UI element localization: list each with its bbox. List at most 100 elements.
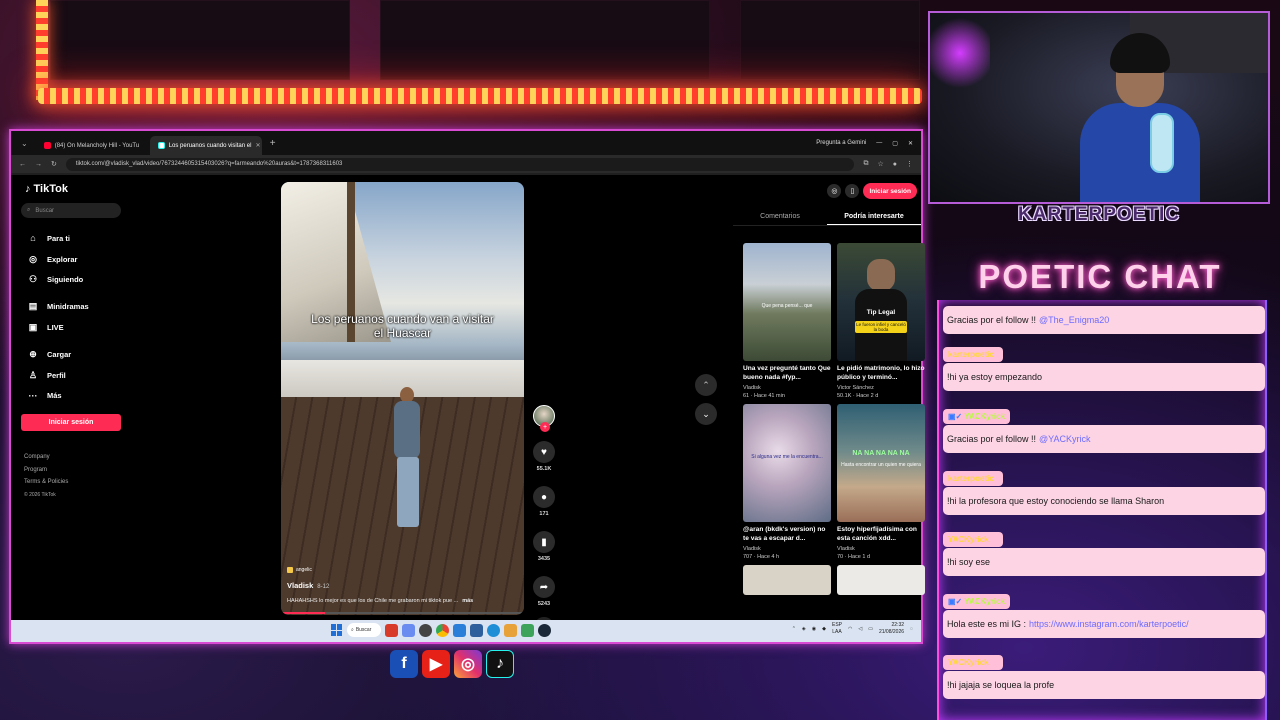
- nav-mas[interactable]: ··· Más: [21, 386, 121, 407]
- recommendation-card[interactable]: [743, 565, 831, 595]
- nav-explorar[interactable]: ◎ Explorar: [21, 249, 121, 270]
- follow-plus-icon[interactable]: +: [540, 422, 550, 432]
- share-arrow-icon: ➦: [539, 581, 549, 593]
- tab-comentarios[interactable]: Comentarios: [733, 208, 827, 225]
- chrome-icon[interactable]: [436, 623, 449, 637]
- taskbar-search[interactable]: ⌕ Buscar: [347, 623, 381, 637]
- copyright: © 2026 TikTok: [24, 491, 56, 498]
- notification-bell-icon[interactable]: ◌: [910, 626, 913, 632]
- tray-app-icon[interactable]: ◈: [802, 626, 806, 632]
- chat-text: !hi la profesora que estoy conociendo se…: [947, 496, 1165, 506]
- creator-avatar[interactable]: +: [533, 405, 555, 432]
- new-tab-button[interactable]: +: [264, 138, 282, 149]
- recommendation-card[interactable]: NA NA NA NA NA Hasta encontrar un quien …: [837, 404, 925, 560]
- share-button[interactable]: ➦: [533, 576, 555, 598]
- chat-mention: @The_Enigma20: [1039, 315, 1110, 325]
- tray-app-icon[interactable]: ◉: [812, 626, 816, 632]
- taskbar-app-icon[interactable]: [453, 623, 466, 637]
- previous-video-button[interactable]: ⌃: [695, 374, 717, 396]
- gemini-button[interactable]: Pregunta a Gemini: [816, 140, 866, 146]
- logo-text: TikTok: [33, 183, 68, 195]
- tiktok-logo[interactable]: ♪ TikTok: [25, 183, 121, 195]
- video-author[interactable]: Vladisk 8-12: [287, 581, 329, 590]
- close-tab-icon[interactable]: ✕: [255, 142, 260, 149]
- steam-icon[interactable]: [538, 623, 551, 637]
- login-button[interactable]: Iniciar sesión: [21, 414, 121, 432]
- browser-tab-tiktok[interactable]: Los peruanos cuando visitan el ✕: [149, 136, 262, 155]
- footer-link-program[interactable]: Program: [24, 464, 121, 477]
- login-button-top[interactable]: Iniciar sesión: [863, 183, 917, 199]
- edge-icon[interactable]: [487, 623, 500, 637]
- author-name: Vladisk: [287, 581, 314, 590]
- back-icon[interactable]: ←: [19, 161, 26, 168]
- chevron-up-icon[interactable]: ⌃: [792, 626, 796, 632]
- profile-icon[interactable]: ●: [893, 161, 897, 168]
- battery-icon[interactable]: ▭: [868, 626, 873, 632]
- search-placeholder: Buscar: [35, 207, 55, 214]
- nav-minidramas[interactable]: ▤ Minidramas: [21, 296, 121, 317]
- video-progress-bar[interactable]: [281, 612, 524, 614]
- taskbar-app-icon[interactable]: [521, 623, 534, 637]
- forward-icon[interactable]: →: [35, 161, 42, 168]
- post-date: 8-12: [317, 584, 330, 590]
- nav-siguiendo[interactable]: ⚇ Siguiendo: [21, 270, 121, 291]
- like-button[interactable]: ♥: [533, 441, 555, 463]
- close-window-icon[interactable]: ✕: [908, 140, 913, 147]
- volume-icon[interactable]: ◁: [858, 626, 862, 632]
- menu-dots-icon[interactable]: ⋮: [906, 160, 913, 168]
- chat-username-text: YACKyrick: [964, 597, 1005, 606]
- maximize-icon[interactable]: ▢: [892, 140, 898, 147]
- url-field[interactable]: tiktok.com/@vladisk_vlad/video/767324460…: [65, 157, 855, 171]
- video-player[interactable]: Los peruanos cuando van a visitar el Hua…: [281, 182, 524, 615]
- device-icon[interactable]: ▯: [845, 184, 860, 198]
- clock[interactable]: 22:32 21/08/2026: [879, 622, 904, 636]
- card-author: Vladisk: [743, 385, 761, 391]
- comment-button[interactable]: ●: [533, 486, 555, 508]
- nav-label: Perfil: [47, 370, 66, 380]
- footer-link-company[interactable]: Company: [24, 451, 121, 464]
- nav-cargar[interactable]: ⊕ Cargar: [21, 344, 121, 365]
- chat-text: Gracias por el follow !!: [947, 434, 1037, 444]
- chat-username: ▣✓ YACKyrick: [943, 594, 1010, 609]
- chat-username: karterpoetic: [943, 471, 1003, 486]
- next-video-button[interactable]: ⌄: [695, 403, 717, 425]
- recommendation-card[interactable]: [837, 565, 925, 595]
- card-overlay-text: Hasta encontrar un quien me quiera: [841, 462, 921, 468]
- recommendation-card[interactable]: Que pena pensé... que Una vez pregunté t…: [743, 243, 831, 399]
- start-button[interactable]: [331, 624, 343, 636]
- lang-label: ESP: [832, 622, 843, 628]
- taskbar-app-icon[interactable]: [470, 623, 483, 637]
- taskbar-app-icon[interactable]: [419, 623, 432, 637]
- recommendation-card[interactable]: Tip Legal Le fueron infiel y canceló la …: [837, 243, 925, 399]
- browser-tab-youtube[interactable]: (84) On Melancholy Hill - YouTu: [36, 136, 148, 155]
- sound-tag[interactable]: angelic: [287, 567, 312, 573]
- recommendation-card[interactable]: Si alguna vez me la encuentra... @aran (…: [743, 404, 831, 560]
- chat-bubble: Gracias por el follow !! @YACKyrick: [943, 425, 1265, 453]
- card-title: Una vez pregunté tanto Que bueno nada #f…: [743, 365, 831, 381]
- language-indicator[interactable]: ESP LAA: [832, 622, 842, 636]
- wifi-icon[interactable]: ◠: [848, 626, 852, 632]
- search-input[interactable]: ⌕ Buscar: [21, 203, 121, 218]
- save-button[interactable]: ▮: [533, 531, 555, 553]
- chat-text: !hi jajaja se loquea la profe: [947, 680, 1055, 690]
- tab-list-icon[interactable]: ⌄: [15, 139, 34, 148]
- card-meta: 50.1K · Hace 2 d: [837, 393, 879, 399]
- nav-perfil[interactable]: ♙ Perfil: [21, 365, 121, 386]
- tray-app-icon[interactable]: ◆: [822, 626, 826, 632]
- coin-icon[interactable]: ◎: [827, 184, 842, 198]
- footer-link-terms[interactable]: Terms & Policies: [24, 476, 121, 489]
- bookmark-star-icon[interactable]: ☆: [877, 160, 883, 168]
- nav-label: Cargar: [47, 349, 72, 359]
- taskbar-app-icon[interactable]: [402, 623, 415, 637]
- nav-para-ti[interactable]: ⌂ Para ti: [21, 228, 121, 249]
- nav-live[interactable]: ▣ LIVE: [21, 317, 121, 338]
- reload-icon[interactable]: ↻: [51, 160, 57, 168]
- more-link[interactable]: más: [462, 598, 473, 604]
- taskbar-app-icon[interactable]: [385, 623, 398, 637]
- file-explorer-icon[interactable]: [504, 623, 517, 637]
- extension-icon[interactable]: ⧉: [863, 160, 868, 168]
- chat-bubble: Gracias por el follow !! @The_Enigma20: [943, 306, 1265, 334]
- tab-podria-interesarte[interactable]: Podría interesarte: [827, 208, 921, 225]
- taskbar-search-label: Buscar: [355, 627, 372, 633]
- minimize-icon[interactable]: —: [876, 140, 882, 146]
